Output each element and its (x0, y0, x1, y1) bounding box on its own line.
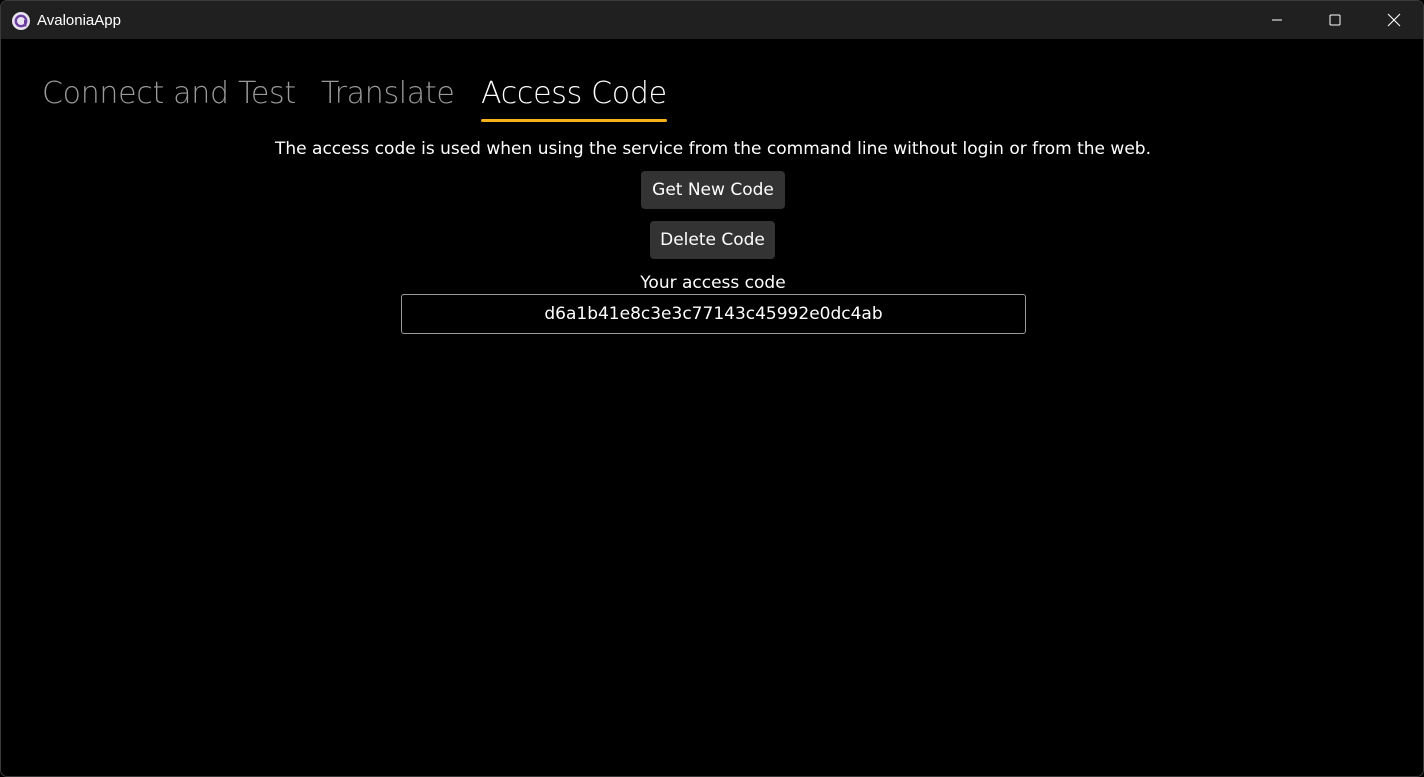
avalonia-logo-icon (12, 12, 30, 30)
tab-translate[interactable]: Translate (321, 75, 455, 113)
access-code-description: The access code is used when using the s… (275, 139, 1151, 159)
delete-code-button[interactable]: Delete Code (650, 221, 775, 259)
close-button[interactable] (1365, 1, 1423, 39)
title-bar[interactable]: AvaloniaApp (1, 1, 1423, 39)
minimize-icon (1272, 19, 1282, 21)
window-title: AvaloniaApp (37, 12, 121, 29)
selected-tab-indicator (481, 119, 667, 122)
maximize-button[interactable] (1306, 1, 1364, 39)
tab-strip: Connect and Test Translate Access Code (1, 39, 1423, 129)
tab-access-code[interactable]: Access Code (481, 75, 667, 113)
maximize-icon (1329, 14, 1341, 26)
tab-connect-and-test[interactable]: Connect and Test (42, 75, 296, 113)
app-window: AvaloniaApp Connect and Test Translate A… (0, 0, 1424, 777)
access-code-label: Your access code (640, 273, 786, 293)
get-new-code-button[interactable]: Get New Code (641, 171, 785, 209)
minimize-button[interactable] (1248, 1, 1306, 39)
close-icon (1387, 13, 1401, 27)
access-code-field[interactable] (401, 294, 1026, 334)
